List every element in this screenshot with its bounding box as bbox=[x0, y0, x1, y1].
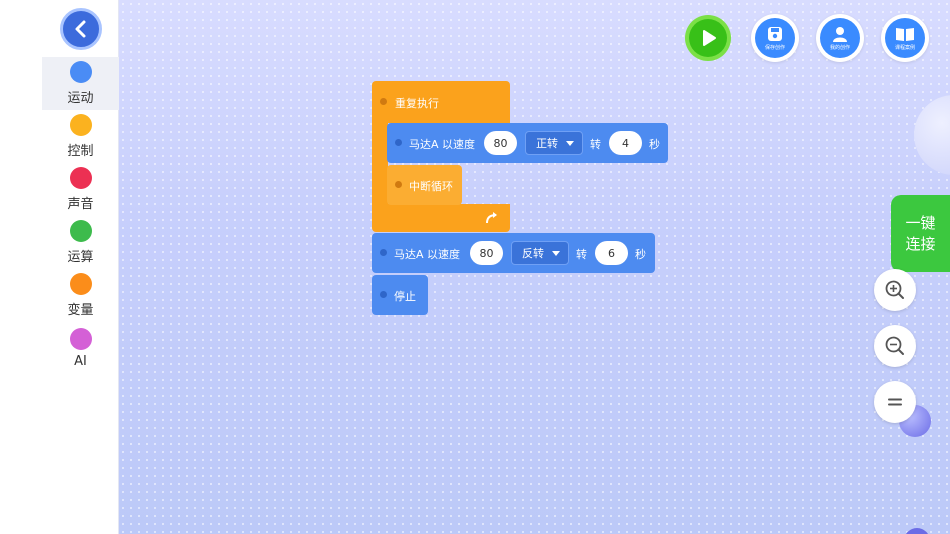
zoom-out-icon bbox=[885, 336, 904, 355]
direction-dropdown[interactable]: 正转 bbox=[525, 131, 583, 155]
dropdown-arrow-icon bbox=[552, 250, 560, 256]
direction-dropdown[interactable]: 反转 bbox=[511, 241, 569, 265]
equals-icon bbox=[888, 398, 902, 406]
category-variables[interactable]: 变量 bbox=[42, 269, 119, 322]
turn-label: 转 bbox=[590, 138, 601, 151]
motor-label: 马达A 以速度 bbox=[394, 248, 461, 261]
seconds-input[interactable]: 4 bbox=[609, 131, 642, 155]
direction-value: 正转 bbox=[536, 137, 558, 150]
category-label: 变量 bbox=[67, 303, 94, 318]
block-dot bbox=[380, 98, 387, 105]
category-label: 运算 bbox=[67, 250, 94, 265]
course-cases-button[interactable]: 课程案例 bbox=[881, 14, 929, 62]
category-label: AI bbox=[74, 354, 87, 369]
zoom-in-button[interactable] bbox=[874, 269, 916, 311]
category-label: 控制 bbox=[67, 144, 94, 159]
decorative-circle bbox=[904, 528, 930, 534]
category-dot bbox=[69, 328, 92, 350]
user-icon bbox=[833, 27, 847, 42]
block-dot bbox=[395, 139, 402, 146]
motor-a-forward-block[interactable]: 马达A 以速度 80 正转 转 4 秒 bbox=[387, 123, 668, 163]
block-dot bbox=[395, 181, 402, 188]
category-sidebar: 运动 控制 声音 运算 变量 AI bbox=[0, 0, 119, 534]
repeat-block-label: 重复执行 bbox=[395, 97, 439, 110]
back-button[interactable] bbox=[60, 8, 102, 50]
speed-input[interactable]: 80 bbox=[470, 241, 503, 265]
block-dot bbox=[380, 249, 387, 256]
repeat-block-header[interactable]: 重复执行 bbox=[372, 81, 510, 123]
book-icon bbox=[896, 28, 914, 41]
category-label: 运动 bbox=[67, 91, 94, 106]
connect-label-line2: 连接 bbox=[905, 234, 936, 253]
run-button[interactable] bbox=[685, 15, 731, 61]
category-label: 声音 bbox=[67, 197, 94, 212]
decorative-circle bbox=[914, 95, 950, 175]
my-works-button[interactable]: 我的创作 bbox=[816, 14, 864, 62]
turn-label: 转 bbox=[576, 248, 587, 261]
zoom-in-icon bbox=[885, 280, 904, 299]
zoom-out-button[interactable] bbox=[874, 325, 916, 367]
loop-arrow-icon bbox=[486, 212, 497, 224]
stop-block[interactable]: 停止 bbox=[372, 275, 428, 315]
category-dot bbox=[69, 114, 92, 136]
seconds-unit: 秒 bbox=[649, 138, 660, 151]
course-cases-label: 课程案例 bbox=[894, 45, 915, 51]
repeat-block-footer bbox=[372, 204, 510, 232]
category-sound[interactable]: 声音 bbox=[42, 163, 119, 216]
play-icon bbox=[703, 30, 716, 46]
category-operators[interactable]: 运算 bbox=[42, 216, 119, 269]
stop-label: 停止 bbox=[394, 290, 416, 303]
save-label: 保存创作 bbox=[764, 45, 785, 51]
category-ai[interactable]: AI bbox=[42, 322, 119, 375]
connect-label-line1: 一键 bbox=[905, 213, 936, 232]
my-works-label: 我的创作 bbox=[829, 45, 850, 51]
seconds-input[interactable]: 6 bbox=[595, 241, 628, 265]
one-click-connect-button[interactable]: 一键 连接 bbox=[891, 195, 950, 272]
motor-label: 马达A 以速度 bbox=[409, 138, 476, 151]
chevron-left-icon bbox=[75, 20, 86, 38]
save-icon bbox=[768, 27, 782, 41]
seconds-unit: 秒 bbox=[635, 248, 646, 261]
category-dot bbox=[69, 220, 92, 242]
direction-value: 反转 bbox=[522, 247, 544, 260]
save-project-button[interactable]: 保存创作 bbox=[751, 14, 799, 62]
break-loop-label: 中断循环 bbox=[409, 180, 453, 193]
category-dot bbox=[69, 61, 92, 83]
speed-input[interactable]: 80 bbox=[484, 131, 517, 155]
dropdown-arrow-icon bbox=[566, 140, 574, 146]
category-dot bbox=[69, 273, 92, 295]
block-dot bbox=[380, 291, 387, 298]
category-motion[interactable]: 运动 bbox=[42, 57, 119, 110]
zoom-reset-button[interactable] bbox=[874, 381, 916, 423]
category-dot bbox=[69, 167, 92, 189]
repeat-block-arm bbox=[372, 122, 388, 206]
category-control[interactable]: 控制 bbox=[42, 110, 119, 163]
break-loop-block[interactable]: 中断循环 bbox=[387, 165, 462, 205]
motor-a-reverse-block[interactable]: 马达A 以速度 80 反转 转 6 秒 bbox=[372, 233, 655, 273]
